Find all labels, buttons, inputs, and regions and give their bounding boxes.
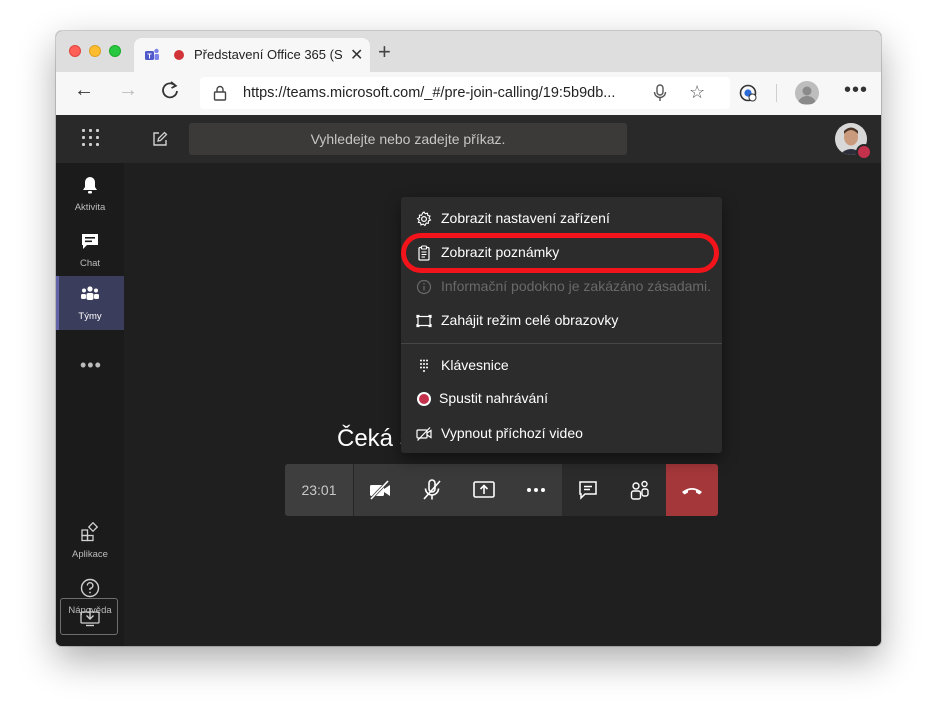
rail-item-activity[interactable]: Aktivita	[56, 167, 124, 221]
camera-toggle-button[interactable]	[354, 464, 406, 516]
more-actions-button[interactable]	[510, 464, 562, 516]
menu-label-disable-incoming-video: Vypnout příchozí video	[441, 425, 583, 441]
browser-window: T Představení Office 365 (S ✕ + ← → http…	[56, 31, 881, 646]
new-tab-icon[interactable]: +	[378, 39, 391, 65]
menu-label-info-pane-disabled: Informační podokno je zakázáno zásadami.	[441, 278, 712, 294]
teams-icon	[81, 286, 99, 300]
conversation-icon	[579, 481, 597, 500]
browser-menu-icon[interactable]: •••	[844, 79, 868, 102]
url-text: https://teams.microsoft.com/_#/pre-join-…	[243, 85, 616, 101]
rail-item-more[interactable]: •••	[56, 335, 124, 389]
info-icon	[416, 279, 432, 295]
minimize-window-button[interactable]	[89, 45, 101, 57]
rail-label-apps: Aplikace	[72, 549, 108, 560]
more-apps-icon: •••	[80, 355, 102, 375]
rail-item-chat[interactable]: Chat	[56, 223, 124, 277]
hang-up-button[interactable]	[666, 464, 718, 516]
chat-icon	[82, 234, 98, 249]
rail-item-teams[interactable]: Týmy	[56, 276, 124, 330]
bell-icon	[83, 177, 97, 194]
rail-label-activity: Aktivita	[74, 202, 106, 213]
gear-icon	[416, 211, 432, 227]
teams-logo-icon: T	[145, 48, 159, 61]
new-chat-icon[interactable]	[152, 131, 168, 147]
recording-indicator-icon	[174, 50, 184, 60]
zoom-window-button[interactable]	[109, 45, 121, 57]
teams-header: Vyhledejte nebo zadejte příkaz.	[56, 115, 881, 163]
reload-icon[interactable]	[160, 80, 180, 106]
apps-icon	[81, 522, 99, 542]
call-timer-text: 23:01	[301, 482, 337, 498]
menu-item-info-pane-disabled: Informační podokno je zakázáno zásadami.	[401, 270, 722, 304]
close-window-button[interactable]	[69, 45, 81, 57]
rail-item-apps[interactable]: Aplikace	[56, 514, 124, 568]
menu-item-disable-incoming-video[interactable]: Vypnout příchozí video	[401, 417, 722, 451]
svg-text:T: T	[147, 54, 152, 61]
close-tab-icon[interactable]: ✕	[350, 45, 363, 65]
profile-silhouette-icon	[798, 86, 816, 104]
call-controls: 23:01	[285, 464, 718, 516]
highlight-annotation	[401, 233, 719, 273]
reload-glyph-icon	[162, 81, 178, 99]
mic-toggle-button[interactable]	[406, 464, 458, 516]
browser-tab[interactable]: T Představení Office 365 (S ✕	[134, 38, 370, 72]
app-rail: Aktivita Chat Týmy ••• Aplikace	[56, 163, 124, 646]
microphone-icon[interactable]	[653, 84, 667, 102]
back-icon[interactable]: ←	[74, 79, 94, 102]
forward-icon[interactable]: →	[118, 79, 138, 102]
address-bar[interactable]: https://teams.microsoft.com/_#/pre-join-…	[200, 77, 730, 109]
fullscreen-icon	[416, 314, 432, 328]
menu-label-device-settings: Zobrazit nastavení zařízení	[441, 210, 610, 226]
video-off-icon	[416, 427, 432, 441]
hang-up-icon	[682, 488, 702, 495]
participants-icon	[630, 480, 649, 500]
extension-icon[interactable]	[739, 84, 757, 102]
more-actions-menu: Zobrazit nastavení zařízení Zobrazit poz…	[401, 197, 722, 453]
menu-label-keypad: Klávesnice	[441, 357, 509, 373]
download-app-button[interactable]	[60, 598, 118, 635]
search-placeholder: Vyhledejte nebo zadejte příkaz.	[310, 131, 506, 147]
more-dots-icon	[527, 488, 545, 492]
toolbar-divider	[776, 84, 777, 102]
rail-label-chat: Chat	[79, 258, 101, 269]
show-participants-button[interactable]	[614, 464, 666, 516]
tab-title: Představení Office 365 (S	[194, 47, 342, 62]
menu-item-fullscreen[interactable]: Zahájit režim celé obrazovky	[401, 304, 722, 338]
share-screen-button[interactable]	[458, 464, 510, 516]
share-tray-icon	[473, 481, 495, 498]
search-input[interactable]: Vyhledejte nebo zadejte příkaz.	[189, 123, 627, 155]
mic-off-icon	[423, 479, 441, 500]
rail-label-teams: Týmy	[78, 311, 102, 322]
app-launcher-icon[interactable]	[82, 129, 100, 147]
menu-label-start-recording: Spustit nahrávání	[439, 390, 548, 406]
menu-item-device-settings[interactable]: Zobrazit nastavení zařízení	[401, 202, 722, 236]
presence-status-icon	[856, 144, 872, 160]
camera-off-icon	[369, 479, 390, 501]
profile-icon[interactable]	[795, 81, 819, 105]
download-icon	[80, 608, 100, 627]
record-icon	[417, 392, 431, 406]
lock-icon	[213, 85, 227, 101]
call-controls-secondary	[562, 464, 666, 516]
help-icon	[80, 578, 100, 598]
favorite-star-icon[interactable]: ☆	[689, 82, 705, 103]
tab-strip: T Představení Office 365 (S ✕ +	[56, 31, 881, 72]
menu-divider	[401, 343, 722, 344]
menu-label-fullscreen: Zahájit režim celé obrazovky	[441, 312, 619, 328]
call-timer: 23:01	[285, 464, 353, 516]
show-conversation-button[interactable]	[562, 464, 614, 516]
keypad-icon	[420, 359, 428, 372]
menu-item-start-recording[interactable]: Spustit nahrávání	[401, 382, 722, 416]
browser-toolbar: ← → https://teams.microsoft.com/_#/pre-j…	[56, 72, 881, 116]
menu-item-keypad[interactable]: Klávesnice	[401, 349, 722, 383]
